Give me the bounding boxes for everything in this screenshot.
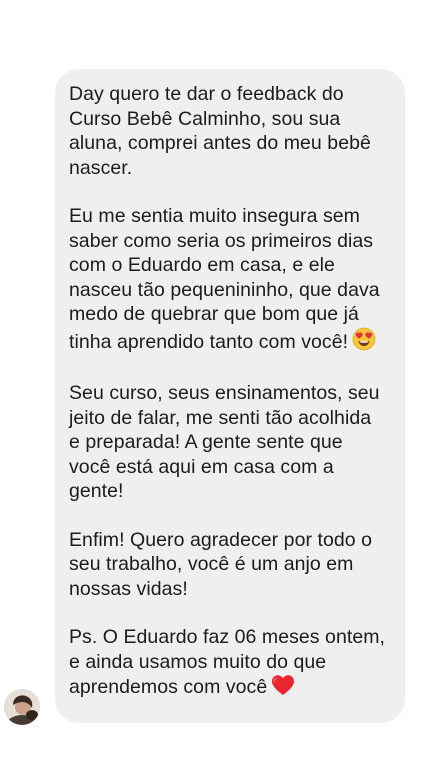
heart-eyes-emoji-icon [352,327,376,358]
message-bubble[interactable]: Day quero te dar o feedback do Curso Beb… [55,69,405,723]
message-paragraph-2: Eu me sentia muito insegura sem saber co… [69,204,391,357]
message-paragraph-3: Seu curso, seus ensinamentos, seu jeito … [69,381,391,504]
chat-area: Day quero te dar o feedback do Curso Beb… [0,0,434,784]
avatar-photo-icon [4,689,40,725]
message-paragraph-4: Enfim! Quero agradecer por todo o seu tr… [69,528,391,602]
message-paragraph-1: Day quero te dar o feedback do Curso Beb… [69,82,391,180]
red-heart-emoji-icon [271,674,295,703]
message-paragraph-5: Ps. O Eduardo faz 06 meses ontem, e aind… [69,625,391,703]
message-paragraph-text: Day quero te dar o feedback do Curso Beb… [69,83,371,179]
message-paragraph-text: Ps. O Eduardo faz 06 meses ontem, e aind… [69,626,385,698]
message-paragraph-text: Seu curso, seus ensinamentos, seu jeito … [69,382,380,502]
message-paragraph-text: Enfim! Quero agradecer por todo o seu tr… [69,528,372,600]
message-paragraph-text: Eu me sentia muito insegura sem saber co… [69,205,380,353]
sender-avatar[interactable] [4,689,40,725]
